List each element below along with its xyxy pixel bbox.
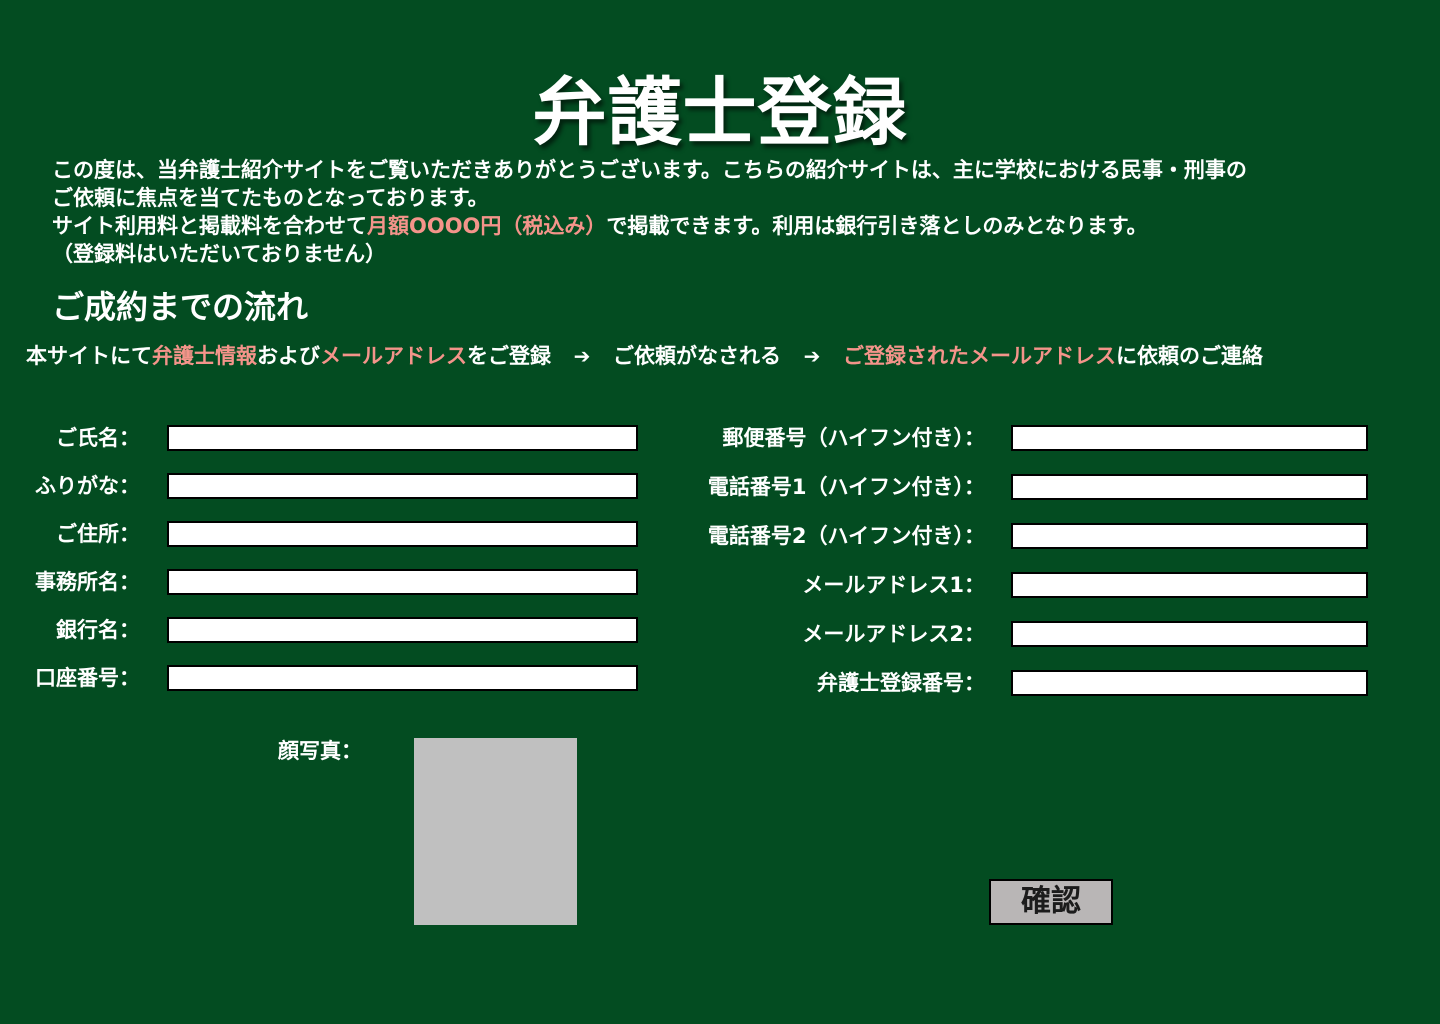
- intro-line-4: （登録料はいただいておりません）: [52, 242, 387, 266]
- flow-step1-email: メールアドレス: [320, 344, 467, 368]
- lawyer-registration-number-input[interactable]: [1011, 670, 1368, 696]
- page-title: 弁護士登録: [532, 70, 908, 156]
- account-number-label: 口座番号：: [35, 666, 140, 690]
- postal-code-label: 郵便番号（ハイフン付き）：: [722, 426, 986, 450]
- phone2-input[interactable]: [1011, 523, 1368, 549]
- email1-input[interactable]: [1011, 572, 1368, 598]
- flow-steps: 本サイトにて弁護士情報およびメールアドレスをご登録 ➔ ご依頼がなされる ➔ ご登録され…: [26, 340, 1263, 372]
- intro-text: この度は、当弁護士紹介サイトをご覧いただきありがとうございます。こちらの紹介サイ…: [52, 156, 1422, 268]
- intro-line-3-before: サイト利用料と掲載料を合わせて: [52, 214, 367, 238]
- flow-step3-email: ご登録されたメールアドレス: [843, 344, 1116, 368]
- flow-step2: ご依頼がなされる: [613, 344, 781, 368]
- furigana-label: ふりがな：: [35, 474, 140, 498]
- address-label: ご住所：: [56, 522, 140, 546]
- email1-label: メールアドレス1：: [802, 573, 985, 597]
- flow-heading: ご成約までの流れ: [52, 288, 309, 326]
- bank-name-label: 銀行名：: [56, 618, 140, 642]
- phone2-label: 電話番号2（ハイフン付き）：: [707, 524, 985, 548]
- email2-input[interactable]: [1011, 621, 1368, 647]
- intro-line-3-after: で掲載できます。利用は銀行引き落としのみとなります。: [606, 214, 1148, 238]
- photo-upload-area[interactable]: [414, 738, 577, 925]
- intro-line-3: サイト利用料と掲載料を合わせて月額OOOO円（税込み）で掲載できます。利用は銀行…: [52, 212, 1422, 240]
- account-number-input[interactable]: [167, 665, 638, 691]
- phone1-label: 電話番号1（ハイフン付き）：: [707, 475, 985, 499]
- arrow-right-icon: ➔: [573, 344, 591, 368]
- arrow-right-icon: ➔: [803, 344, 821, 368]
- email2-label: メールアドレス2：: [802, 622, 985, 646]
- intro-line-2: ご依頼に焦点を当てたものとなっております。: [52, 186, 489, 210]
- flow-step1-lawyer-info: 弁護士情報: [152, 344, 257, 368]
- address-input[interactable]: [167, 521, 638, 547]
- flow-step1-c: および: [257, 344, 320, 368]
- furigana-input[interactable]: [167, 473, 638, 499]
- postal-code-input[interactable]: [1011, 425, 1368, 451]
- monthly-fee-highlight: 月額OOOO円（税込み）: [367, 214, 607, 238]
- flow-step1-e: をご登録: [467, 344, 551, 368]
- phone1-input[interactable]: [1011, 474, 1368, 500]
- name-label: ご氏名：: [56, 426, 140, 450]
- office-name-label: 事務所名：: [35, 570, 140, 594]
- lawyer-registration-number-label: 弁護士登録番号：: [817, 671, 985, 695]
- office-name-input[interactable]: [167, 569, 638, 595]
- flow-step1-a: 本サイトにて: [26, 344, 152, 368]
- flow-step3-b: に依頼のご連絡: [1116, 344, 1263, 368]
- name-input[interactable]: [167, 425, 638, 451]
- photo-label: 顔写真：: [278, 739, 362, 763]
- intro-line-1: この度は、当弁護士紹介サイトをご覧いただきありがとうございます。こちらの紹介サイ…: [52, 158, 1247, 182]
- bank-name-input[interactable]: [167, 617, 638, 643]
- confirm-button[interactable]: 確認: [989, 879, 1113, 925]
